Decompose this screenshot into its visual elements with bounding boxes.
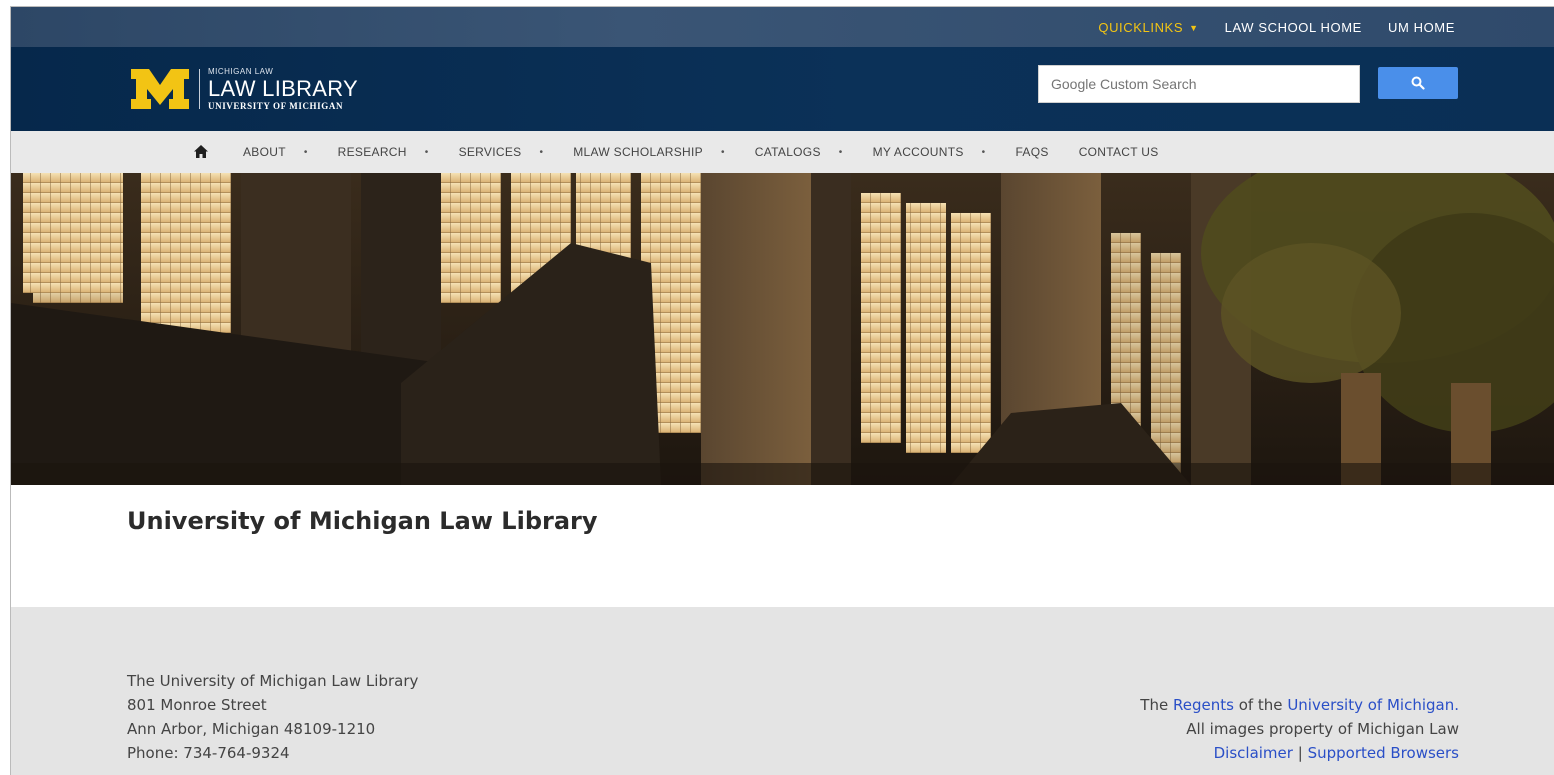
nav-item-label: CONTACT US xyxy=(1078,145,1159,159)
utility-links: QUICKLINKS ▼ LAW SCHOOL HOME UM HOME xyxy=(1098,7,1455,47)
block-m-icon xyxy=(131,69,189,109)
nav-item-label: RESEARCH xyxy=(337,145,407,159)
dropdown-marker-icon: • xyxy=(303,146,308,158)
nav-item-mlaw-scholarship[interactable]: MLAW SCHOLARSHIP • xyxy=(573,145,725,159)
hero-image xyxy=(11,173,1554,485)
logo-divider xyxy=(199,69,200,109)
images-note: All images property of Michigan Law xyxy=(1186,720,1459,738)
dropdown-marker-icon: • xyxy=(539,146,544,158)
regents-link[interactable]: Regents xyxy=(1173,696,1234,714)
utility-bar: QUICKLINKS ▼ LAW SCHOOL HOME UM HOME xyxy=(11,7,1554,47)
law-library-logo[interactable]: MICHIGAN LAW LAW LIBRARY UNIVERSITY OF M… xyxy=(129,65,358,113)
nav-item-research[interactable]: RESEARCH • xyxy=(338,145,429,159)
nav-item-label: ABOUT xyxy=(243,145,286,159)
nav-item-contact-us[interactable]: CONTACT US xyxy=(1079,145,1159,159)
quicklinks-label: QUICKLINKS xyxy=(1098,19,1184,35)
university-link[interactable]: University of Michigan. xyxy=(1287,696,1459,714)
nav-item-label: MLAW SCHOLARSHIP xyxy=(573,145,703,159)
disclaimer-link[interactable]: Disclaimer xyxy=(1214,744,1293,762)
main-nav: ABOUT • RESEARCH • SERVICES • MLAW SCHOLARS… xyxy=(11,131,1554,173)
home-icon[interactable] xyxy=(193,144,209,160)
logo-wordmark: MICHIGAN LAW LAW LIBRARY UNIVERSITY OF M… xyxy=(208,66,359,111)
nav-item-about[interactable]: ABOUT • xyxy=(243,145,308,159)
dropdown-marker-icon: • xyxy=(720,146,725,158)
logo-small-text: MICHIGAN LAW xyxy=(208,66,274,76)
supported-browsers-link[interactable]: Supported Browsers xyxy=(1308,744,1459,762)
search-icon xyxy=(1411,76,1425,90)
footer-rights: The Regents of the University of Michiga… xyxy=(1140,693,1459,765)
logo-big-text: LAW LIBRARY xyxy=(208,75,359,101)
dropdown-marker-icon: • xyxy=(838,146,843,158)
nav-item-label: FAQS xyxy=(1015,145,1049,159)
library-facade-image xyxy=(11,173,1554,485)
site-header: MICHIGAN LAW LAW LIBRARY UNIVERSITY OF M… xyxy=(11,47,1554,131)
footer-link-separator: | xyxy=(1297,744,1303,762)
nav-item-services[interactable]: SERVICES • xyxy=(459,145,544,159)
dropdown-marker-icon: • xyxy=(981,146,986,158)
nav-item-label: CATALOGS xyxy=(754,145,821,159)
main-nav-items: ABOUT • RESEARCH • SERVICES • MLAW SCHOLARS… xyxy=(193,131,1189,173)
law-school-home-link[interactable]: LAW SCHOOL HOME xyxy=(1225,20,1362,35)
search-input[interactable] xyxy=(1038,65,1360,103)
um-home-link[interactable]: UM HOME xyxy=(1388,20,1455,35)
nav-item-my-accounts[interactable]: MY ACCOUNTS • xyxy=(873,145,986,159)
rights-the: The xyxy=(1140,696,1169,714)
search-button[interactable] xyxy=(1378,67,1458,99)
address-street: 801 Monroe Street xyxy=(127,696,267,714)
logo-university-text: UNIVERSITY OF MICHIGAN xyxy=(208,100,344,111)
nav-item-catalogs[interactable]: CATALOGS • xyxy=(755,145,843,159)
address-city: Ann Arbor, Michigan 48109-1210 xyxy=(127,720,376,738)
footer-links: Disclaimer | Supported Browsers xyxy=(1140,741,1459,765)
caret-down-icon: ▼ xyxy=(1189,23,1199,34)
site-footer: The University of Michigan Law Library 8… xyxy=(11,607,1554,775)
quicklinks-menu[interactable]: QUICKLINKS ▼ xyxy=(1098,20,1198,35)
dropdown-marker-icon: • xyxy=(424,146,429,158)
rights-of-the: of the xyxy=(1238,696,1283,714)
rights-line: The Regents of the University of Michiga… xyxy=(1140,693,1459,717)
address-name: The University of Michigan Law Library xyxy=(127,672,419,690)
footer-address: The University of Michigan Law Library 8… xyxy=(127,669,418,765)
page-title: University of Michigan Law Library xyxy=(127,507,598,535)
page-frame: QUICKLINKS ▼ LAW SCHOOL HOME UM HOME MICH… xyxy=(10,6,1554,775)
nav-item-label: SERVICES xyxy=(458,145,522,159)
address-phone: Phone: 734-764-9324 xyxy=(127,744,290,762)
nav-item-faqs[interactable]: FAQS xyxy=(1015,145,1048,159)
nav-item-label: MY ACCOUNTS xyxy=(872,145,964,159)
